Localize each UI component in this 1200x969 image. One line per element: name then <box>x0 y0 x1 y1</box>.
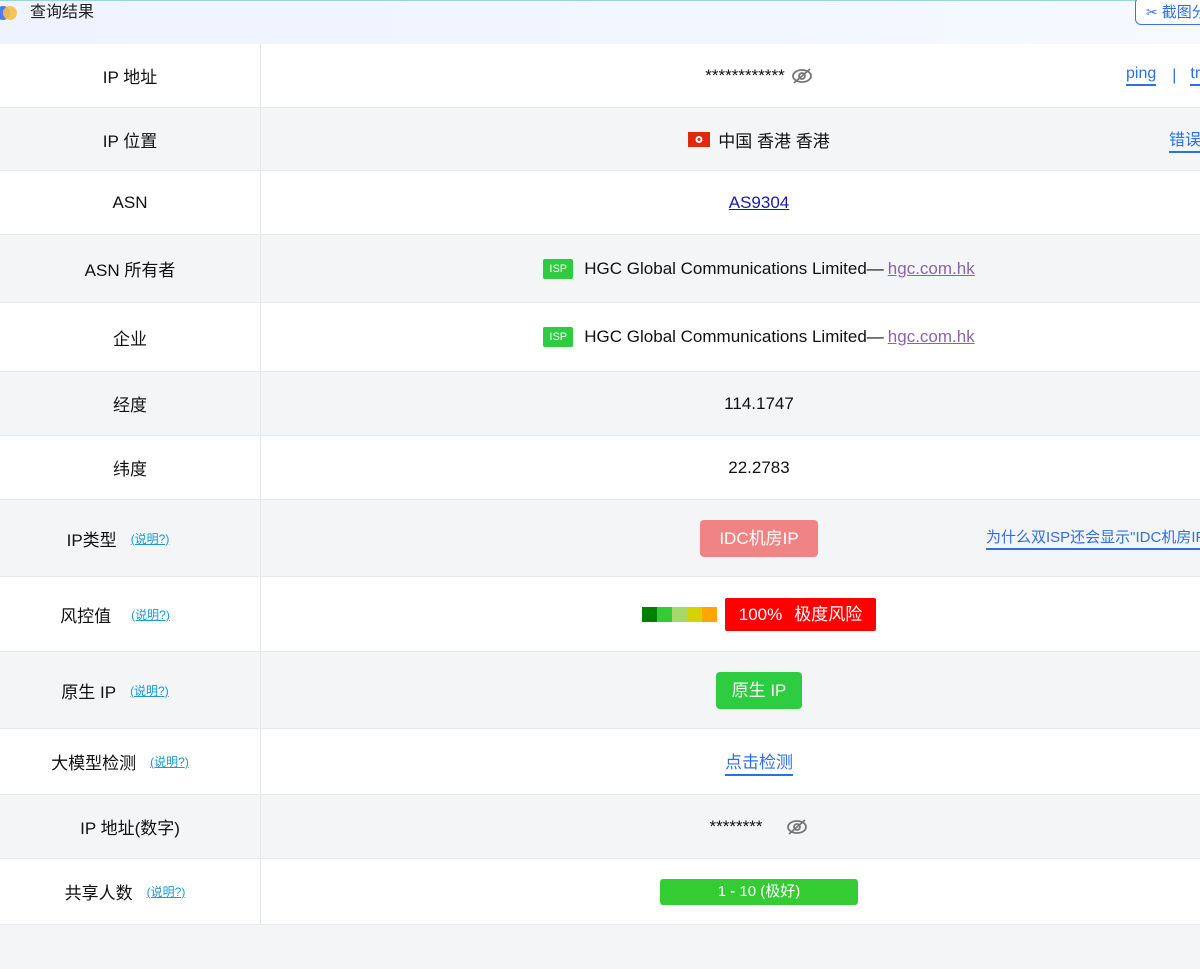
value-asn-owner-cell: ISP HGC Global Communications Limited— h… <box>261 235 1200 302</box>
row-ip-numeric: IP 地址(数字) ******** <box>0 795 1200 859</box>
value-native-ip-cell: 原生 IP <box>261 652 1200 728</box>
native-ip-help-link[interactable]: (说明?) <box>130 682 169 699</box>
risk-scale-segment-2 <box>671 606 687 622</box>
value-risk-cell: 100% 极度风险 <box>261 577 1200 651</box>
label-llm-detect: 大模型检测 <box>51 754 137 773</box>
label-ip-numeric: IP 地址(数字) <box>0 795 261 858</box>
eye-slash-icon[interactable] <box>791 67 813 85</box>
value-asn-cell: AS9304 <box>261 171 1200 234</box>
row-asn: ASN AS9304 <box>0 171 1200 235</box>
risk-scale-segment-4 <box>701 606 717 622</box>
risk-percent: 100% <box>738 604 783 624</box>
row-risk: 风控值 (说明?) 100% 极度风险 <box>0 577 1200 652</box>
report-error-label: 错误 <box>1169 126 1200 153</box>
ip-type-help-link[interactable]: (说明?) <box>131 530 170 547</box>
logo-icon <box>0 6 17 20</box>
asn-link[interactable]: AS9304 <box>729 193 790 213</box>
ip-tools-links: ping | tr <box>1126 44 1200 107</box>
shared-users-help-link[interactable]: (说明?) <box>147 883 186 900</box>
screenshot-share-button[interactable]: ✂截图分享 <box>1135 0 1200 25</box>
value-shared-users-cell: 1 - 10 (极好) <box>261 859 1200 924</box>
asn-owner-name: HGC Global Communications Limited— <box>584 258 884 278</box>
scissors-icon: ✂ <box>1146 4 1158 20</box>
ping-link[interactable]: ping <box>1126 65 1157 86</box>
value-enterprise-cell: ISP HGC Global Communications Limited— h… <box>261 303 1200 371</box>
label-risk: 风控值 <box>60 606 112 626</box>
result-header: 查询结果 ✂截图分享 <box>0 0 1200 45</box>
value-ip-location-cell: 中国 香港 香港 <box>261 108 1200 170</box>
idc-ip-badge: IDC机房IP <box>700 519 818 557</box>
row-asn-owner: ASN 所有者 ISP HGC Global Communications Li… <box>0 235 1200 303</box>
dual-isp-faq-label: 为什么双ISP还会显示"IDC机房IP <box>986 526 1200 550</box>
isp-badge: ISP <box>543 327 574 347</box>
dual-isp-faq-link[interactable]: 为什么双ISP还会显示"IDC机房IP <box>986 500 1200 576</box>
risk-scale-segment-1 <box>656 606 672 622</box>
label-shared-users: 共享人数 <box>64 884 133 903</box>
label-ip-address: IP 地址 <box>0 44 261 107</box>
risk-scale-segment-0 <box>641 606 657 622</box>
enterprise-name: HGC Global Communications Limited— <box>584 327 884 346</box>
label-risk-cell: 风控值 (说明?) <box>0 577 261 651</box>
eye-slash-icon[interactable] <box>786 818 808 836</box>
value-llm-detect-cell: 点击检测 <box>261 729 1200 794</box>
label-native-ip-cell: 原生 IP (说明?) <box>0 652 261 728</box>
row-ip-type: IP类型 (说明?) IDC机房IP 为什么双ISP还会显示"IDC机房IP <box>0 500 1200 577</box>
longitude-value: 114.1747 <box>724 393 794 413</box>
native-ip-badge: 原生 IP <box>715 671 803 709</box>
report-error-link[interactable]: 错误 <box>1169 108 1200 170</box>
hong-kong-flag-icon <box>688 131 711 147</box>
latitude-value: 22.2783 <box>728 457 790 477</box>
risk-level: 极度风险 <box>794 604 863 624</box>
traceroute-link[interactable]: tr <box>1190 65 1200 86</box>
row-enterprise: 企业 ISP HGC Global Communications Limited… <box>0 303 1200 372</box>
label-ip-type-cell: IP类型 (说明?) <box>0 500 261 576</box>
row-shared-users: 共享人数 (说明?) 1 - 10 (极好) <box>0 859 1200 925</box>
asn-owner-domain-link[interactable]: hgc.com.hk <box>888 259 975 279</box>
click-detect-link[interactable]: 点击检测 <box>725 748 793 776</box>
risk-color-scale <box>641 606 717 622</box>
label-longitude: 经度 <box>0 372 261 435</box>
row-llm-detect: 大模型检测 (说明?) 点击检测 <box>0 729 1200 795</box>
value-ip-numeric-cell: ******** <box>261 795 1200 858</box>
label-shared-users-cell: 共享人数 (说明?) <box>0 859 261 924</box>
llm-detect-help-link[interactable]: (说明?) <box>150 753 189 770</box>
label-llm-detect-cell: 大模型检测 (说明?) <box>0 729 261 794</box>
link-separator: | <box>1172 66 1177 84</box>
label-latitude: 纬度 <box>0 436 261 499</box>
row-ip-location: IP 位置 中国 香港 香港 错误 <box>0 108 1200 171</box>
page-title: 查询结果 <box>30 4 95 21</box>
risk-score-badge: 100% 极度风险 <box>724 597 877 631</box>
row-ip-address: IP 地址 ************ ping | tr <box>0 44 1200 108</box>
page: 查询结果 ✂截图分享 IP 地址 ************ ping <box>0 0 1200 969</box>
label-ip-location: IP 位置 <box>0 108 261 170</box>
label-asn-owner: ASN 所有者 <box>0 235 261 302</box>
location-value: 中国 香港 香港 <box>718 131 830 151</box>
masked-ip-numeric-value: ******** <box>709 816 763 836</box>
shared-users-badge: 1 - 10 (极好) <box>660 878 858 905</box>
value-ip-address-cell: ************ <box>261 44 1200 107</box>
risk-scale-segment-3 <box>686 606 702 622</box>
row-native-ip: 原生 IP (说明?) 原生 IP <box>0 652 1200 729</box>
label-native-ip: 原生 IP <box>61 682 117 702</box>
row-latitude: 纬度 22.2783 <box>0 436 1200 500</box>
screenshot-button-label: 截图分享 <box>1161 4 1200 21</box>
risk-help-link[interactable]: (说明?) <box>131 606 170 623</box>
enterprise-domain-link[interactable]: hgc.com.hk <box>888 327 975 347</box>
row-longitude: 经度 114.1747 <box>0 372 1200 436</box>
result-table: IP 地址 ************ ping | tr IP 位置 中国 香港… <box>0 44 1200 925</box>
label-asn: ASN <box>0 171 261 234</box>
label-enterprise: 企业 <box>0 303 261 371</box>
masked-ip-value: ************ <box>705 65 785 85</box>
label-ip-type: IP类型 <box>66 530 117 550</box>
isp-badge: ISP <box>543 258 574 279</box>
